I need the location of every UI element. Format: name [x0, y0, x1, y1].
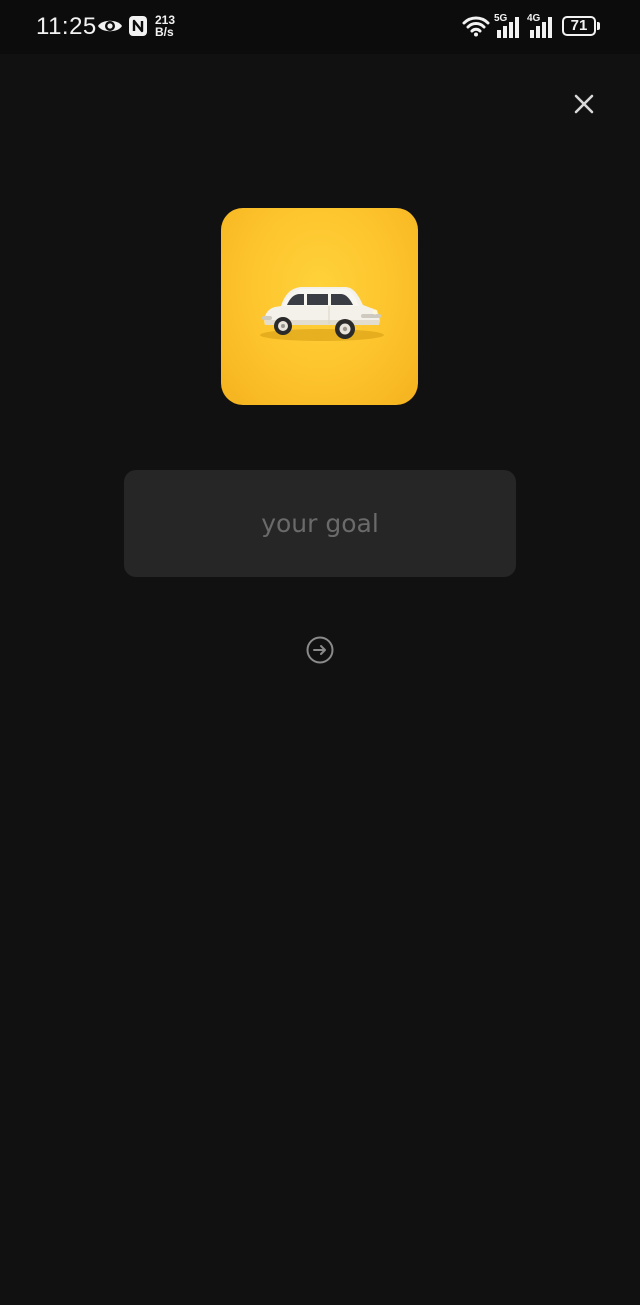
wifi-icon: [462, 16, 490, 37]
close-icon: [574, 94, 594, 114]
signal-icon: [497, 17, 519, 38]
network-speed: 213 B/s: [155, 14, 175, 38]
next-button[interactable]: [305, 635, 335, 665]
goal-image[interactable]: [221, 208, 418, 405]
nfc-icon: [129, 16, 147, 36]
network-speed-unit: B/s: [155, 25, 174, 39]
battery-tip: [597, 22, 600, 30]
signal-icon: [530, 17, 552, 38]
close-button[interactable]: [568, 88, 600, 120]
status-time: 11:25: [36, 13, 97, 40]
eye-icon: [98, 20, 122, 32]
goal-input[interactable]: [124, 470, 516, 577]
toy-car-illustration: [260, 287, 384, 341]
goal-input-container: [124, 470, 516, 577]
arrow-right-circle-icon: [306, 636, 334, 664]
battery-icon: 71: [562, 16, 596, 36]
status-bar: 11:25 213 B/s 5G 4G 71: [0, 0, 640, 54]
